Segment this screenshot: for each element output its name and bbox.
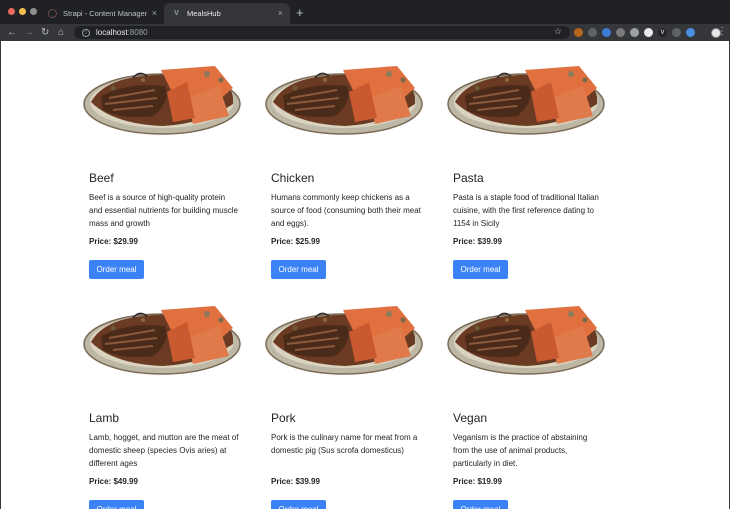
order-meal-button[interactable]: Order meal (271, 260, 326, 279)
maximize-window-button[interactable] (30, 8, 37, 15)
meal-price: Price: $39.99 (453, 237, 502, 246)
meal-image (447, 66, 605, 135)
close-window-button[interactable] (8, 8, 15, 15)
tab-mealshub[interactable]: V MealsHub × (164, 3, 290, 24)
meal-price: Price: $49.99 (89, 477, 138, 486)
meal-card: Chicken Humans commonly keep chickens as… (263, 53, 445, 293)
meal-card: Lamb Lamb, hogget, and mutton are the me… (81, 293, 263, 509)
strapi-favicon-icon (48, 9, 57, 18)
meal-image (83, 66, 241, 135)
back-arrow-icon[interactable]: ← (7, 26, 17, 39)
tab-title: MealsHub (187, 9, 221, 18)
extensions-area: V (574, 27, 721, 38)
home-icon[interactable]: ⌂ (58, 26, 64, 39)
extension-icon[interactable] (616, 28, 625, 37)
extension-icon[interactable] (644, 28, 653, 37)
page-content: Beef Beef is a source of high-quality pr… (0, 41, 730, 509)
extension-icon[interactable] (574, 28, 583, 37)
order-meal-button[interactable]: Order meal (271, 500, 326, 509)
meal-price: Price: $19.99 (453, 477, 502, 486)
meal-title: Pork (271, 411, 296, 425)
meal-image (447, 306, 605, 375)
vue-devtools-icon[interactable]: V (658, 28, 667, 37)
meal-description: Humans commonly keep chickens as a sourc… (271, 193, 421, 228)
meal-card: Pasta Pasta is a staple food of traditio… (445, 53, 627, 293)
vue-favicon-icon: V (174, 10, 179, 17)
meal-image (265, 66, 423, 135)
browser-window: Strapi - Content Manager × V MealsHub × … (0, 0, 730, 509)
site-info-icon[interactable]: i (82, 28, 90, 37)
meal-description: Pork is the culinary name for meat from … (271, 433, 418, 455)
meal-image (265, 306, 423, 375)
meal-card: Pork Pork is the culinary name for meat … (263, 293, 445, 509)
order-meal-button[interactable]: Order meal (89, 260, 144, 279)
minimize-window-button[interactable] (19, 8, 26, 15)
url-port: :8080 (127, 28, 148, 37)
tab-title: Strapi - Content Manager (63, 9, 148, 18)
meal-description: Pasta is a staple food of traditional It… (453, 193, 599, 228)
extension-icon[interactable] (588, 28, 597, 37)
meal-card: Vegan Veganism is the practice of abstai… (445, 293, 627, 509)
order-meal-button[interactable]: Order meal (453, 260, 508, 279)
url-host: localhost (96, 28, 128, 37)
forward-arrow-icon[interactable]: → (24, 26, 34, 39)
extension-icon[interactable] (602, 28, 611, 37)
extension-icon[interactable] (630, 28, 639, 37)
meal-image (83, 306, 241, 375)
meal-card: Beef Beef is a source of high-quality pr… (81, 53, 263, 293)
close-tab-icon[interactable]: × (152, 8, 157, 18)
browser-toolbar: ← → ↻ ⌂ i localhost :8080 ☆ V ⋮ (0, 24, 730, 41)
meal-title: Pasta (453, 171, 484, 185)
meal-description: Lamb, hogget, and mutton are the meat of… (89, 433, 239, 468)
new-tab-button[interactable]: + (296, 5, 304, 20)
order-meal-button[interactable]: Order meal (89, 500, 144, 509)
meal-price: Price: $25.99 (271, 237, 320, 246)
extension-icon[interactable] (672, 28, 681, 37)
meal-title: Chicken (271, 171, 315, 185)
bookmark-star-icon[interactable]: ☆ (554, 26, 562, 37)
meal-title: Vegan (453, 411, 488, 425)
extension-icon[interactable] (686, 28, 695, 37)
order-meal-button[interactable]: Order meal (453, 500, 508, 509)
address-bar[interactable]: i localhost :8080 ☆ (74, 26, 570, 39)
meal-grid: Beef Beef is a source of high-quality pr… (81, 53, 621, 509)
meal-title: Beef (89, 171, 114, 185)
close-tab-icon[interactable]: × (278, 8, 283, 18)
reload-icon[interactable]: ↻ (41, 26, 49, 39)
meal-description: Veganism is the practice of abstaining f… (453, 433, 588, 468)
tab-strip: Strapi - Content Manager × V MealsHub × … (0, 0, 730, 24)
meal-price: Price: $29.99 (89, 237, 138, 246)
browser-menu-icon[interactable]: ⋮ (717, 26, 727, 37)
tab-strapi[interactable]: Strapi - Content Manager × (40, 3, 164, 24)
meal-title: Lamb (89, 411, 120, 425)
meal-price: Price: $39.99 (271, 477, 320, 486)
meal-description: Beef is a source of high-quality protein… (89, 193, 238, 228)
